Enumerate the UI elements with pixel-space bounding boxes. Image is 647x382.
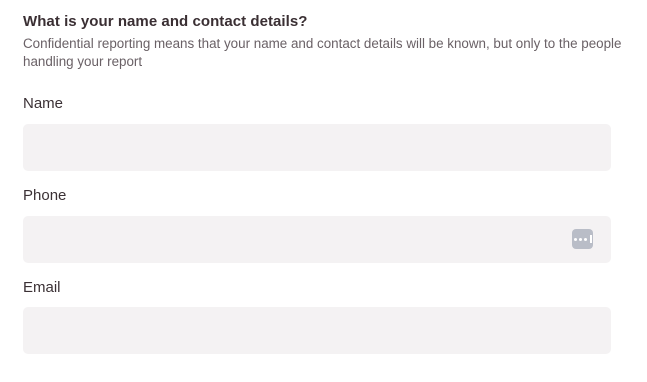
dot-icon [583,237,587,241]
cursor-bar-icon [589,235,592,243]
section-heading: What is your name and contact details? [23,13,308,30]
dot-icon [573,237,577,241]
password-manager-icon[interactable] [572,229,593,249]
name-field[interactable] [23,124,611,171]
phone-field[interactable] [23,216,611,263]
dot-icon [578,237,582,241]
name-label: Name [23,95,64,112]
email-field[interactable] [23,307,611,354]
section-description: Confidential reporting means that your n… [23,36,622,69]
phone-label: Phone [23,187,67,204]
email-label: Email [23,279,61,296]
